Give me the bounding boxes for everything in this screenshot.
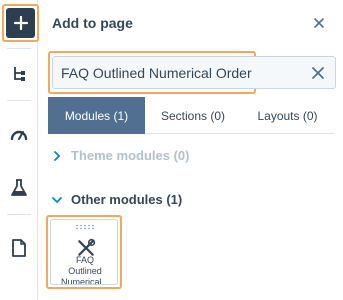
rail-divider xyxy=(7,48,31,49)
flask-icon xyxy=(11,179,27,196)
other-modules-label: Other modules (1) xyxy=(71,192,183,207)
search-input[interactable]: FAQ Outlined Numerical Order xyxy=(52,56,336,89)
theme-modules-label: Theme modules (0) xyxy=(71,148,190,163)
tab-layouts[interactable]: Layouts (0) xyxy=(241,97,334,134)
panel-title: Add to page xyxy=(52,15,133,31)
rail-divider xyxy=(7,214,31,215)
chevron-down-icon xyxy=(52,195,62,205)
module-card[interactable]: FAQ Outlined Numerical... xyxy=(50,219,118,285)
highlight-add-button xyxy=(2,4,39,42)
tab-bar: Modules (1) Sections (0) Layouts (0) xyxy=(48,97,334,134)
add-to-page-panel: Add to page FAQ Outlined Numerical Order… xyxy=(39,0,343,300)
module-name-line: FAQ xyxy=(75,255,94,265)
clear-search-button[interactable] xyxy=(311,66,325,80)
module-name: FAQ Outlined Numerical... xyxy=(53,255,117,285)
structure-tree-button[interactable] xyxy=(9,64,29,84)
drag-handle-icon xyxy=(76,224,94,230)
other-modules-toggle[interactable]: Other modules (1) xyxy=(52,192,182,207)
plus-icon xyxy=(13,15,28,31)
left-sidebar-rail xyxy=(0,0,39,300)
rail-divider xyxy=(7,100,31,101)
search-input-value: FAQ Outlined Numerical Order xyxy=(61,65,252,81)
page-icon xyxy=(12,239,26,257)
page-settings-button[interactable] xyxy=(9,238,29,258)
theme-modules-toggle[interactable]: Theme modules (0) xyxy=(52,148,189,163)
add-button[interactable] xyxy=(6,8,35,38)
module-name-line: Numerical... xyxy=(60,277,109,285)
optimize-button[interactable] xyxy=(9,124,29,144)
clear-icon xyxy=(312,67,324,79)
chevron-right-icon xyxy=(52,150,62,161)
close-button[interactable] xyxy=(311,15,327,31)
module-name-line: Outlined xyxy=(68,266,102,276)
test-button[interactable] xyxy=(9,178,29,198)
gauge-icon xyxy=(10,130,28,141)
structure-tree-icon xyxy=(14,67,25,81)
close-icon xyxy=(314,18,324,28)
tab-sections[interactable]: Sections (0) xyxy=(145,97,241,134)
tab-modules[interactable]: Modules (1) xyxy=(48,97,145,134)
